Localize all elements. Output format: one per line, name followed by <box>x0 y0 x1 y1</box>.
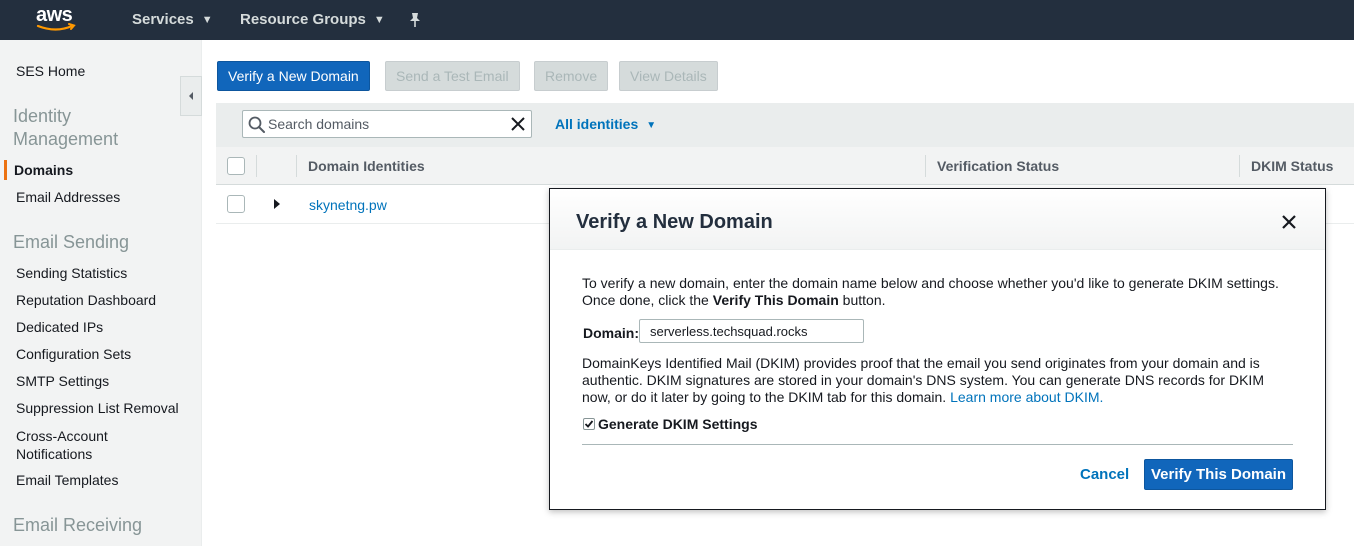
resource-groups-label: Resource Groups <box>240 11 366 28</box>
view-details-button[interactable]: View Details <box>619 61 718 91</box>
caret-right-icon[interactable] <box>273 198 281 210</box>
sidebar: SES Home Identity Management Domains Ema… <box>0 40 202 546</box>
sidebar-header-identity-management: Identity Management <box>13 106 119 149</box>
dkim-description-text: DomainKeys Identified Mail (DKIM) provid… <box>582 355 1264 405</box>
intro-text-part: To verify a new domain, enter the domain… <box>582 275 1279 308</box>
checkmark-icon <box>584 420 594 428</box>
sidebar-item-suppression-list-removal[interactable]: Suppression List Removal <box>16 400 179 416</box>
services-menu[interactable]: Services ▼ <box>132 0 213 40</box>
generate-dkim-checkbox[interactable] <box>583 418 595 430</box>
sidebar-collapse-button[interactable] <box>180 76 202 116</box>
column-separator <box>925 155 926 177</box>
column-separator <box>296 155 297 177</box>
search-input[interactable] <box>268 113 508 135</box>
search-icon <box>248 116 265 133</box>
verify-domain-dialog: Verify a New Domain To verify a new doma… <box>549 188 1326 510</box>
aws-smile-icon <box>36 23 76 31</box>
filter-bar: All identities ▼ <box>216 103 1354 147</box>
sidebar-item-configuration-sets[interactable]: Configuration Sets <box>16 346 131 362</box>
send-test-email-button[interactable]: Send a Test Email <box>385 61 520 91</box>
sidebar-item-smtp-settings[interactable]: SMTP Settings <box>16 373 109 389</box>
dialog-header: Verify a New Domain <box>550 189 1325 250</box>
dialog-divider <box>582 444 1293 445</box>
chevron-down-icon: ▼ <box>201 14 213 27</box>
intro-text-bold: Verify This Domain <box>712 292 839 308</box>
sidebar-item-cross-account-notifications[interactable]: Cross-Account Notifications <box>16 427 136 463</box>
row-checkbox[interactable] <box>227 195 245 213</box>
sidebar-item-ses-home[interactable]: SES Home <box>16 63 85 79</box>
dkim-description: DomainKeys Identified Mail (DKIM) provid… <box>582 355 1294 406</box>
cancel-button[interactable]: Cancel <box>1080 466 1129 483</box>
caret-left-icon <box>189 92 193 100</box>
column-separator <box>256 155 257 177</box>
sidebar-item-reputation-dashboard[interactable]: Reputation Dashboard <box>16 292 156 308</box>
learn-more-dkim-link[interactable]: Learn more about DKIM. <box>950 389 1103 405</box>
all-identities-label: All identities <box>555 116 639 132</box>
intro-text: To verify a new domain, enter the domain… <box>582 275 1294 309</box>
sidebar-header-email-sending: Email Sending <box>13 232 130 252</box>
chevron-down-icon: ▼ <box>646 119 657 131</box>
clear-icon[interactable] <box>510 116 526 132</box>
sidebar-header-email-receiving: Email Receiving <box>13 515 143 535</box>
remove-button[interactable]: Remove <box>534 61 609 91</box>
search-box <box>242 110 532 138</box>
column-header-dkim-status[interactable]: DKIM Status <box>1251 147 1333 185</box>
verify-new-domain-button[interactable]: Verify a New Domain <box>217 61 370 91</box>
generate-dkim-label[interactable]: Generate DKIM Settings <box>598 416 757 433</box>
select-all-checkbox[interactable] <box>227 157 245 175</box>
intro-text-part: button. <box>838 292 886 308</box>
pin-icon[interactable] <box>408 12 422 28</box>
sidebar-item-sending-statistics[interactable]: Sending Statistics <box>16 265 127 281</box>
all-identities-dropdown[interactable]: All identities ▼ <box>555 116 656 132</box>
domain-row: Domain: <box>582 319 1294 347</box>
resource-groups-menu[interactable]: Resource Groups ▼ <box>240 0 385 40</box>
services-label: Services <box>132 11 194 28</box>
sidebar-item-dedicated-ips[interactable]: Dedicated IPs <box>16 319 103 335</box>
sidebar-item-email-templates[interactable]: Email Templates <box>16 472 118 488</box>
top-navigation-bar: aws Services ▼ Resource Groups ▼ <box>0 0 1354 40</box>
sidebar-item-email-addresses[interactable]: Email Addresses <box>16 189 120 205</box>
verify-this-domain-button[interactable]: Verify This Domain <box>1144 459 1293 490</box>
domain-label: Domain: <box>583 325 639 341</box>
close-icon[interactable] <box>1281 214 1297 230</box>
dialog-title: Verify a New Domain <box>576 211 773 233</box>
sidebar-item-domains[interactable]: Domains <box>4 160 194 180</box>
column-header-verification-status[interactable]: Verification Status <box>937 147 1059 185</box>
aws-logo[interactable]: aws <box>36 4 78 34</box>
table-header: Domain Identities Verification Status DK… <box>216 147 1354 185</box>
domain-link[interactable]: skynetng.pw <box>309 197 387 213</box>
column-separator <box>1239 155 1240 177</box>
domain-input[interactable] <box>639 319 864 343</box>
column-header-domain-identities[interactable]: Domain Identities <box>308 147 425 185</box>
chevron-down-icon: ▼ <box>373 14 385 27</box>
